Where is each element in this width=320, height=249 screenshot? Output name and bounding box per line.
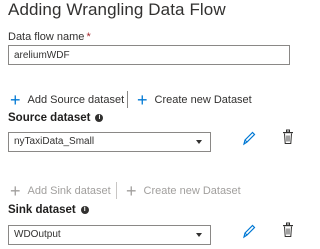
trash-icon[interactable] (282, 129, 294, 145)
plus-icon: + (10, 181, 21, 201)
add-source-dataset-label: Add Source dataset (27, 94, 125, 106)
data-flow-name-label-text: Data flow name (8, 31, 85, 43)
plus-icon: + (126, 181, 137, 201)
create-new-dataset-button[interactable]: + Create new Dataset (137, 90, 252, 110)
divider (116, 182, 117, 199)
pencil-icon[interactable] (242, 130, 256, 146)
chevron-down-icon (196, 140, 202, 144)
data-flow-name-input[interactable] (8, 45, 290, 65)
chevron-down-icon (196, 233, 202, 237)
trash-icon[interactable] (282, 222, 294, 238)
panel-title: Adding Wrangling Data Flow (8, 0, 226, 19)
create-new-sink-dataset-button[interactable]: + Create new Dataset (126, 181, 241, 201)
source-dataset-title: Source dataset (8, 112, 91, 124)
sink-dataset-dropdown[interactable]: WDOutput (8, 225, 211, 245)
add-source-dataset-button[interactable]: + Add Source dataset (10, 90, 125, 110)
pencil-icon[interactable] (242, 223, 256, 239)
create-new-sink-dataset-label: Create new Dataset (143, 185, 241, 197)
source-dataset-selected: nyTaxiData_Small (14, 136, 95, 147)
add-sink-dataset-label: Add Sink dataset (27, 185, 111, 197)
sink-dataset-heading: Sink dataset i (8, 204, 89, 216)
plus-icon: + (10, 90, 21, 110)
sink-dataset-title: Sink dataset (8, 204, 76, 216)
create-new-dataset-label: Create new Dataset (154, 94, 252, 106)
sink-dataset-selected: WDOutput (14, 229, 61, 240)
source-dataset-dropdown[interactable]: nyTaxiData_Small (8, 132, 211, 152)
source-dataset-heading: Source dataset i (8, 112, 104, 124)
info-icon[interactable]: i (80, 206, 89, 214)
data-flow-name-label: Data flow name * (8, 31, 91, 43)
required-marker: * (86, 31, 91, 43)
add-sink-dataset-button[interactable]: + Add Sink dataset (10, 181, 111, 201)
divider (127, 91, 128, 108)
plus-icon: + (137, 90, 148, 110)
info-icon[interactable]: i (95, 114, 104, 122)
